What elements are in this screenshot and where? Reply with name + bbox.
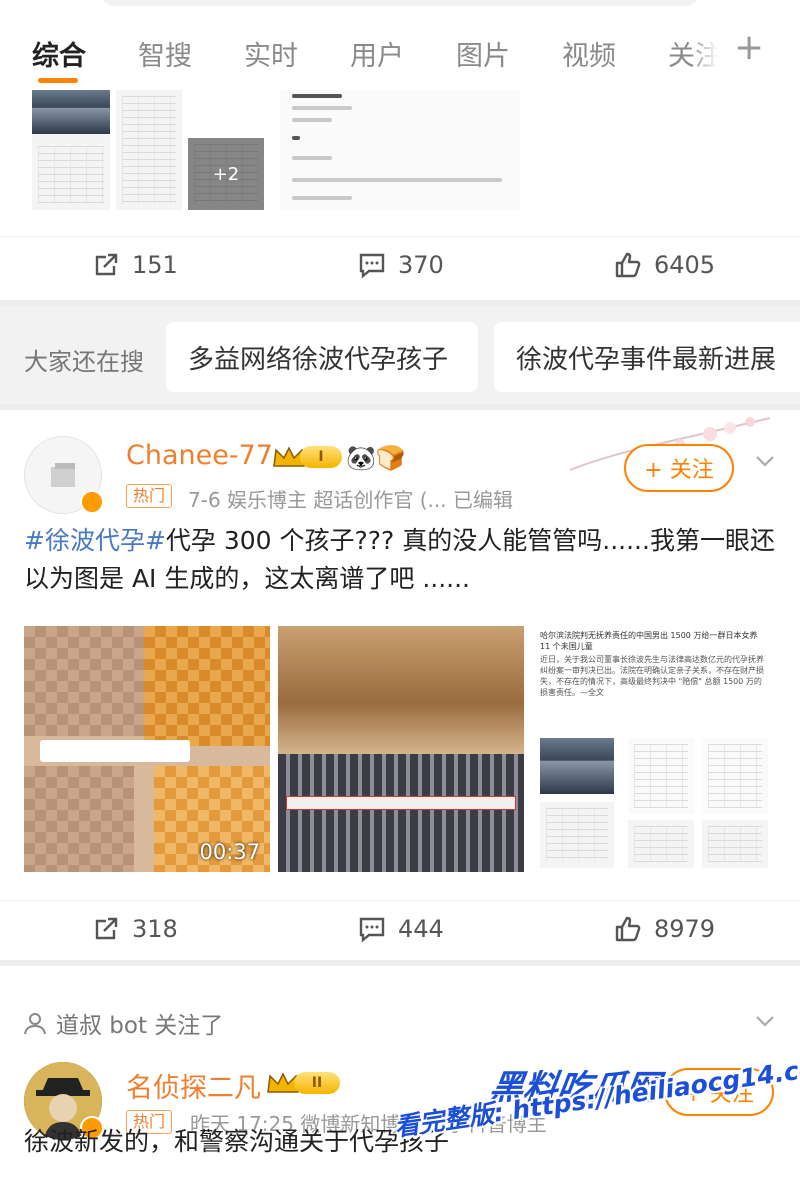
post-image[interactable]: [116, 90, 182, 210]
document-thumb[interactable]: [280, 90, 520, 210]
like-count: 6405: [654, 251, 716, 279]
video-duration: 00:37: [199, 840, 260, 864]
hashtag-link[interactable]: #徐波代孕#: [24, 526, 166, 555]
related-searches-label: 大家还在搜: [24, 348, 144, 376]
document-heading: 哈尔滨法院判无抚养责任的中国男出 1500 万给一群日本女养 11 个未国儿童: [540, 631, 758, 651]
post-image-more[interactable]: +2: [188, 138, 264, 210]
repost-icon: [95, 917, 118, 940]
tab-users[interactable]: 用户: [350, 34, 404, 73]
post-image[interactable]: [32, 90, 110, 210]
level-badge: I: [300, 446, 342, 468]
related-search-chip[interactable]: 多益网络徐波代孕孩子: [166, 322, 478, 392]
tab-images[interactable]: 图片: [456, 34, 510, 73]
tab-realtime[interactable]: 实时: [244, 34, 298, 73]
post-card-2: Chanee-77 I 🐼🍞 热门 7-6 娱乐博主 超话创作官 (... 已编…: [0, 410, 800, 960]
active-tab-indicator: [38, 78, 78, 83]
comment-count: 370: [398, 251, 444, 279]
verified-badge: [80, 490, 104, 514]
search-tab-bar: 综合 智搜 实时 用户 图片 视频 关注 +: [0, 0, 800, 90]
post-card-1: +2 151 370 6405: [0, 90, 800, 300]
repost-count: 318: [132, 915, 178, 943]
search-box-edge[interactable]: [100, 0, 700, 6]
post-meta: 7-6 娱乐博主 超话创作官 (... 已编辑: [188, 488, 513, 512]
follow-button[interactable]: + 关注: [624, 444, 734, 492]
doc-line: [292, 106, 352, 110]
table-thumb: [708, 744, 762, 808]
username[interactable]: 名侦探二凡: [126, 1066, 261, 1105]
thumbs-up-icon: [615, 252, 641, 278]
comment-icon: [359, 253, 385, 279]
follow-notice-text: 道叔 bot 关注了: [56, 1013, 224, 1039]
blurred-face: [144, 626, 270, 746]
table-image: [702, 820, 768, 868]
comment-button[interactable]: 444: [358, 915, 444, 943]
hall-ceiling: [278, 626, 524, 754]
tab-comprehensive[interactable]: 综合: [32, 34, 86, 73]
level-badge: II: [294, 1072, 340, 1094]
document-thumb: [628, 738, 694, 814]
document-image[interactable]: 哈尔滨法院判无抚养责任的中国男出 1500 万给一群日本女养 11 个未国儿童 …: [532, 626, 776, 872]
username[interactable]: Chanee-77: [126, 440, 273, 471]
document-body: 近日，关于我公司董事长徐波先生与法律高达数亿元的代孕抚养纠纷案一审判决已出。法院…: [540, 655, 764, 697]
hall-banner: [286, 796, 516, 810]
chevron-down-icon[interactable]: [754, 1010, 776, 1032]
hall-photo-thumb: [540, 738, 614, 794]
table-thumb: [708, 826, 762, 862]
doc-line: [292, 196, 352, 200]
tab-fade: [690, 20, 730, 70]
chevron-down-icon[interactable]: [754, 450, 776, 472]
post-text: #徐波代孕#代孕 300 个孩子??? 真的没人能管管吗......我第一眼还以…: [24, 522, 776, 598]
hot-tag: 热门: [126, 484, 173, 508]
comment-count: 444: [398, 915, 444, 943]
repost-icon: [95, 253, 118, 276]
doc-line: [292, 156, 332, 160]
table-thumb: [122, 96, 176, 204]
comment-icon: [359, 917, 385, 943]
post-actions: 318 444 8979: [0, 900, 800, 960]
more-images-badge: +2: [188, 138, 264, 210]
related-search-chip[interactable]: 徐波代孕事件最新进展: [494, 322, 800, 392]
comment-button[interactable]: 370: [358, 251, 444, 279]
table-image: [540, 802, 614, 868]
tab-videos[interactable]: 视频: [562, 34, 616, 73]
related-searches: 大家还在搜 多益网络徐波代孕孩子 徐波代孕事件最新进展: [0, 306, 800, 404]
doc-line: [292, 118, 332, 122]
hall-crowd: [278, 753, 524, 872]
table-image: [628, 820, 694, 868]
post-actions: 151 370 6405: [0, 236, 800, 296]
doc-line: [292, 94, 342, 98]
video-thumbnail[interactable]: 00:37: [24, 626, 270, 872]
document-thumb: [702, 738, 768, 814]
blurred-face: [24, 766, 134, 872]
doc-line: [292, 178, 502, 182]
hall-photo-thumb: [32, 90, 110, 134]
repost-count: 151: [132, 251, 178, 279]
table-thumb: [38, 146, 104, 204]
plus-icon[interactable]: +: [734, 30, 764, 66]
follow-notice: 道叔 bot 关注了: [22, 1006, 223, 1040]
table-thumb: [634, 826, 688, 862]
like-button[interactable]: 6405: [614, 251, 715, 279]
blurred-face: [24, 626, 144, 736]
tab-list: 综合 智搜 实时 用户 图片 视频 关注: [0, 28, 800, 83]
thumbs-up-icon: [615, 916, 641, 942]
like-button[interactable]: 8979: [614, 915, 715, 943]
video-caption-bar: [40, 740, 190, 762]
post-text: 徐波新发的，和警察沟通关于代孕孩子: [24, 1127, 450, 1156]
table-thumb: [634, 744, 688, 808]
doc-line: [292, 136, 300, 140]
badge-emojis: 🐼🍞: [346, 444, 406, 472]
tab-smart-search[interactable]: 智搜: [138, 34, 192, 73]
repost-button[interactable]: 318: [92, 915, 178, 943]
table-thumb: [546, 808, 608, 862]
blank-thumb: [190, 90, 210, 110]
post-image[interactable]: [278, 626, 524, 872]
repost-button[interactable]: 151: [92, 251, 178, 279]
like-count: 8979: [654, 915, 716, 943]
user-icon: [24, 1013, 46, 1035]
